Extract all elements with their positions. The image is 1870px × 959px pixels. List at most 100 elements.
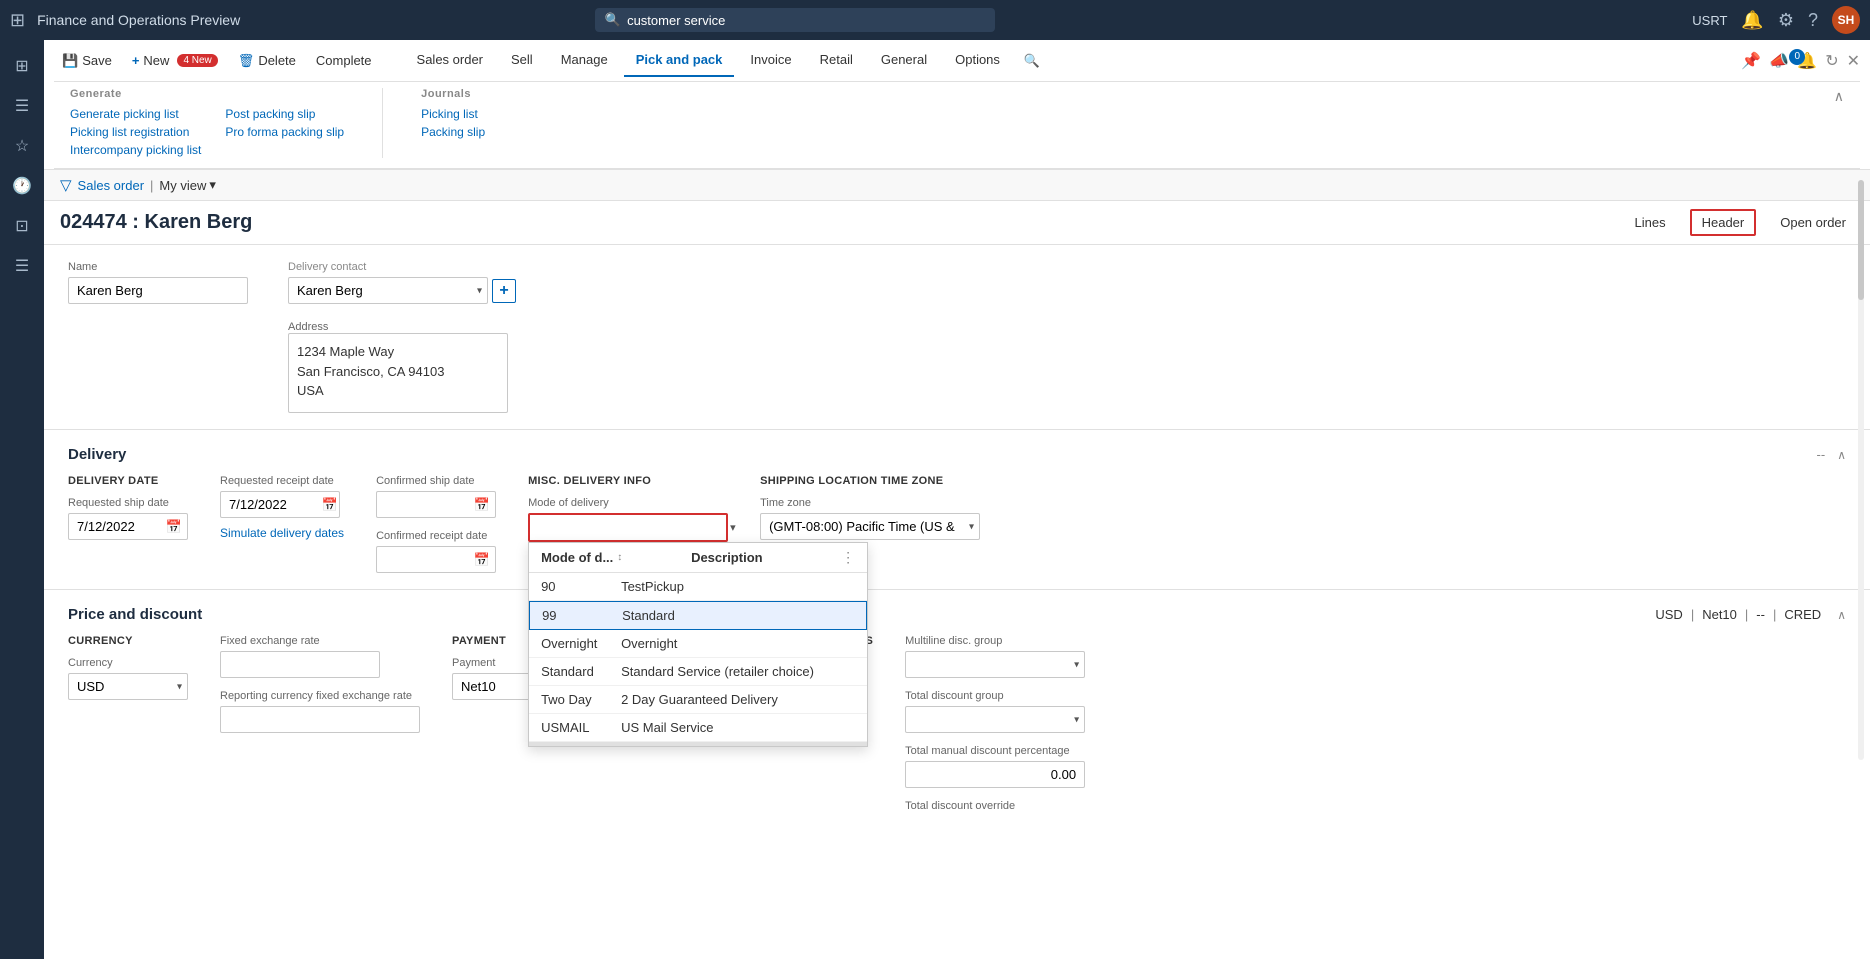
price-collapse-icon[interactable]: ∧ <box>1837 608 1846 622</box>
tab-sales-order[interactable]: Sales order <box>405 44 495 77</box>
fixed-rate-label: Fixed exchange rate <box>220 635 420 647</box>
header-button[interactable]: Header <box>1690 209 1757 236</box>
notif-wrap: 🔔 0 <box>1797 51 1817 71</box>
delivery-contact-label: Delivery contact <box>288 261 516 273</box>
sidebar-item-home[interactable]: ⊞ <box>4 48 40 84</box>
sidebar-item-star[interactable]: ☆ <box>4 128 40 164</box>
refresh-icon[interactable]: ↻ <box>1825 51 1838 71</box>
search-bar[interactable]: 🔍 <box>595 8 995 32</box>
speaker-icon[interactable]: 📣 <box>1769 51 1789 71</box>
delivery-contact-field: Delivery contact Karen Berg ▾ + Address <box>288 261 516 413</box>
search-ribbon-icon[interactable]: 🔍 <box>1024 53 1040 69</box>
generate-picking-list[interactable]: Generate picking list <box>70 106 201 122</box>
col-header-desc: Description <box>691 549 841 566</box>
new-button[interactable]: + New 4 New <box>124 49 226 72</box>
delivery-dropdown: Mode of d... ↕ Description ⋮ 90 <box>528 542 868 747</box>
panel-collapse-icon[interactable]: ∧ <box>1834 88 1844 105</box>
search-input[interactable] <box>627 13 985 28</box>
option-standard[interactable]: Standard Standard Service (retailer choi… <box>529 658 867 686</box>
option-usmail[interactable]: USMAIL US Mail Service <box>529 714 867 742</box>
delivery-collapse-icon[interactable]: ∧ <box>1837 448 1846 462</box>
delete-button[interactable]: 🗑 Delete <box>230 49 304 73</box>
currency-field: CURRENCY Currency USD ▾ <box>68 635 188 700</box>
option-overnight[interactable]: Overnight Overnight <box>529 630 867 658</box>
currency-select[interactable]: USD <box>68 673 188 700</box>
user-avatar[interactable]: SH <box>1832 6 1860 34</box>
delivery-section: Delivery -- ∧ DELIVERY DATE Requested sh… <box>44 430 1870 590</box>
confirmed-ship-field: Confirmed ship date 📅 Confirmed receipt … <box>376 475 496 573</box>
simulate-link[interactable]: Simulate delivery dates <box>220 526 344 540</box>
requested-ship-label: Requested ship date <box>68 497 188 509</box>
customer-dropdown[interactable]: Karen Berg <box>288 277 488 304</box>
open-order-button[interactable]: Open order <box>1772 211 1854 234</box>
price-section-title: Price and discount <box>68 606 202 623</box>
tab-options[interactable]: Options <box>943 44 1012 77</box>
tab-pick-and-pack[interactable]: Pick and pack <box>624 44 735 77</box>
address-line1: 1234 Maple Way <box>297 342 499 362</box>
total-override-label: Total discount override <box>905 800 1085 812</box>
settings-icon[interactable]: ⚙ <box>1778 10 1794 31</box>
mode-delivery-input[interactable]: ▾ <box>528 513 728 542</box>
delete-icon: 🗑 <box>238 53 255 69</box>
option-99[interactable]: 99 Standard <box>529 601 867 630</box>
post-packing-slip[interactable]: Post packing slip <box>225 106 344 122</box>
fixed-rate-input[interactable] <box>220 651 380 678</box>
lines-button[interactable]: Lines <box>1627 211 1674 234</box>
calendar-icon[interactable]: 📅 <box>166 519 182 535</box>
app-title: Finance and Operations Preview <box>37 12 240 28</box>
mode-delivery-text[interactable] <box>530 515 722 540</box>
picking-list-journal[interactable]: Picking list <box>421 106 485 122</box>
mode-delivery-dropdown-btn[interactable]: ▾ <box>722 516 744 539</box>
packing-slip-journal[interactable]: Packing slip <box>421 124 485 140</box>
tab-manage[interactable]: Manage <box>549 44 620 77</box>
sidebar-item-menu[interactable]: ☰ <box>4 88 40 124</box>
timezone-select[interactable]: (GMT-08:00) Pacific Time (US & ... <box>760 513 980 540</box>
add-customer-button[interactable]: + <box>492 279 516 303</box>
calendar-icon3[interactable]: 📅 <box>474 497 490 513</box>
intercompany-picking-list[interactable]: Intercompany picking list <box>70 142 201 158</box>
calendar-icon4[interactable]: 📅 <box>474 552 490 568</box>
pro-forma-packing-slip[interactable]: Pro forma packing slip <box>225 124 344 140</box>
ribbon: 💾 Save + New 4 New 🗑 Delete Complete <box>44 40 1870 170</box>
multiline-disc-label: Multiline disc. group <box>905 635 1085 647</box>
customer-dropdown-wrap: Karen Berg ▾ <box>288 277 488 304</box>
picking-list-registration[interactable]: Picking list registration <box>70 124 201 140</box>
scrollbar-thumb[interactable] <box>1858 180 1864 300</box>
pin-icon[interactable]: 📌 <box>1741 51 1761 71</box>
sidebar-item-list[interactable]: ☰ <box>4 248 40 284</box>
mode-delivery-wrap: ▾ Mode of d... ↕ Description <box>528 513 728 542</box>
dropdown-more-icon[interactable]: ⋮ <box>841 549 855 566</box>
tab-sell[interactable]: Sell <box>499 44 545 77</box>
help-icon[interactable]: ? <box>1808 10 1818 31</box>
reporting-rate-input[interactable] <box>220 706 420 733</box>
option-90[interactable]: 90 TestPickup <box>529 573 867 601</box>
close-icon[interactable]: ✕ <box>1847 51 1860 71</box>
timezone-select-wrap: (GMT-08:00) Pacific Time (US & ... ▾ <box>760 513 980 540</box>
save-button[interactable]: 💾 Save <box>54 49 120 73</box>
dropdown-options: 90 TestPickup 99 Standard Overnight Over… <box>529 573 867 742</box>
sidebar-item-recent[interactable]: 🕐 <box>4 168 40 204</box>
view-selector[interactable]: My view ▾ <box>159 177 215 193</box>
ribbon-tabs: 💾 Save + New 4 New 🗑 Delete Complete <box>54 40 1860 82</box>
option-twoday[interactable]: Two Day 2 Day Guaranteed Delivery <box>529 686 867 714</box>
tab-invoice[interactable]: Invoice <box>738 44 803 77</box>
requested-ship-input-wrap: 📅 <box>68 513 188 540</box>
notification-icon[interactable]: 🔔 <box>1741 10 1763 31</box>
tab-general[interactable]: General <box>869 44 939 77</box>
total-manual-input[interactable] <box>905 761 1085 788</box>
total-disc-select[interactable] <box>905 706 1085 733</box>
page-actions: Lines Header Open order <box>1627 209 1854 236</box>
filter-icon[interactable]: ▽ <box>60 176 72 194</box>
currency-label: CURRENCY <box>68 635 188 647</box>
scrollbar-track <box>1858 180 1864 760</box>
sort-icon[interactable]: ↕ <box>617 552 622 563</box>
multiline-disc-select[interactable] <box>905 651 1085 678</box>
delivery-date-label: DELIVERY DATE <box>68 475 188 487</box>
name-input[interactable] <box>68 277 248 304</box>
calendar-icon2[interactable]: 📅 <box>322 497 338 513</box>
grid-icon[interactable]: ⊞ <box>10 10 25 31</box>
tab-retail[interactable]: Retail <box>808 44 865 77</box>
breadcrumb[interactable]: Sales order <box>78 178 144 193</box>
complete-button[interactable]: Complete <box>308 49 380 72</box>
sidebar-item-workspace[interactable]: ⊡ <box>4 208 40 244</box>
